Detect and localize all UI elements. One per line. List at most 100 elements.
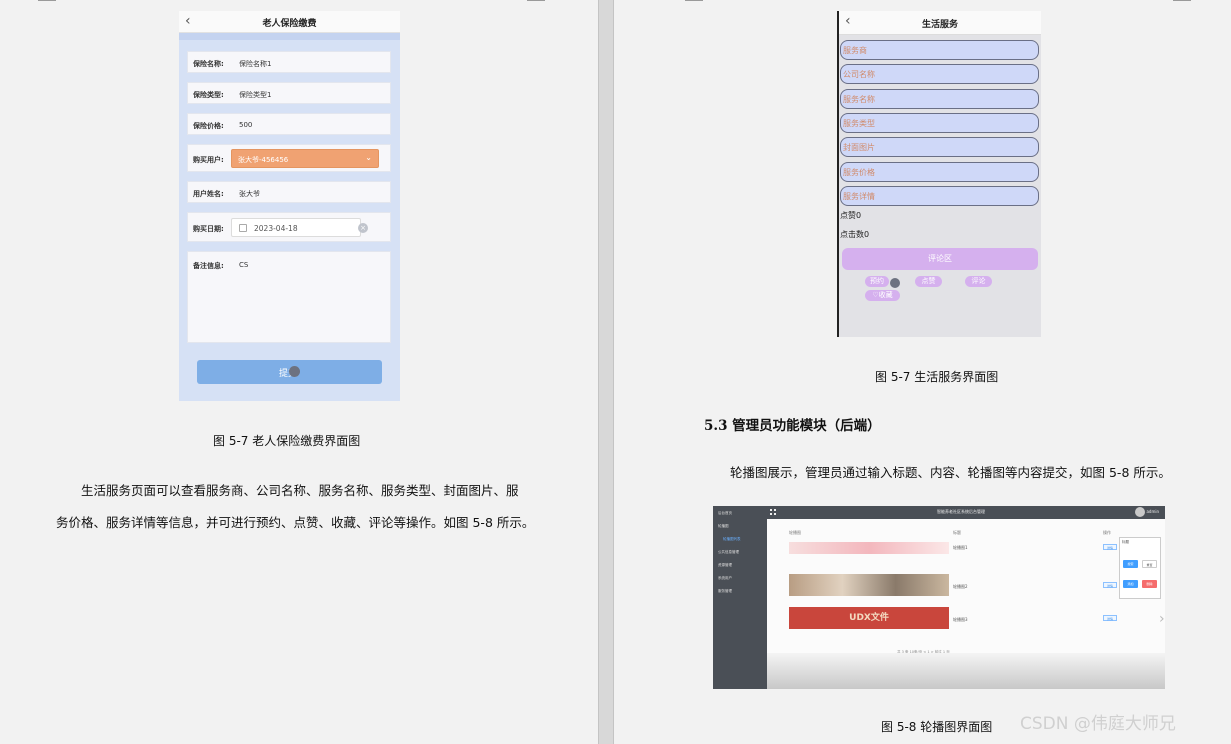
service-type-field[interactable]: 服务类型 <box>840 113 1039 133</box>
service-details-field[interactable]: 服务详情 <box>840 186 1039 206</box>
pointer-cursor-icon <box>289 366 300 377</box>
row-detail-button[interactable]: 详情 <box>1103 615 1117 621</box>
favorite-button[interactable]: ♡收藏 <box>865 290 900 301</box>
field-placeholder: 服务详情 <box>843 192 875 201</box>
page-gutter <box>598 0 614 744</box>
body-text-line: 务价格、服务详情等信息，并可进行预约、点赞、收藏、评论等操作。如图 5-8 所示… <box>56 515 535 530</box>
sidebar-item-public-info[interactable]: 公共信息管理 <box>718 550 739 555</box>
sidebar-item-carousel[interactable]: 轮播图 <box>718 524 729 529</box>
admin-username: admin <box>1146 509 1159 514</box>
delete-button[interactable]: 删除 <box>1142 580 1157 588</box>
right-page: ‹ 生活服务 服务商 公司名称 服务名称 服务类型 封面图片 服务价格 服务详情… <box>614 0 1231 744</box>
like-button[interactable]: 点赞 <box>915 276 942 287</box>
row-title: 轮播图2 <box>953 584 968 589</box>
comment-area-button[interactable]: 评论区 <box>842 248 1038 270</box>
select-value: 张大爷-456456 <box>238 156 289 164</box>
date-input[interactable]: 2023-04-18 <box>231 218 361 237</box>
like-count: 点赞0 <box>840 211 862 220</box>
row-detail-button[interactable]: 详情 <box>1103 582 1117 588</box>
form-row-purchase-date: 购买日期: 2023-04-18 × <box>187 212 391 242</box>
chevron-right-icon[interactable]: › <box>1159 611 1165 627</box>
field-value: 保险类型1 <box>239 91 272 99</box>
field-label: 保险名称: <box>193 60 224 68</box>
field-label: 保险类型: <box>193 91 224 99</box>
body-text-line: 轮播图展示，管理员通过输入标题、内容、轮播图等内容提交，如图 5-8 所示。 <box>730 465 1171 480</box>
body-text-line: 生活服务页面可以查看服务商、公司名称、服务名称、服务类型、封面图片、服 <box>81 483 519 498</box>
click-count: 点击数0 <box>840 230 870 239</box>
life-service-screenshot: ‹ 生活服务 服务商 公司名称 服务名称 服务类型 封面图片 服务价格 服务详情… <box>837 11 1041 337</box>
left-page: ‹ 老人保险缴费 保险名称: 保险名称1 保险类型: 保险类型1 保险价格: 5… <box>0 0 598 744</box>
clear-icon[interactable]: × <box>358 223 368 233</box>
field-placeholder: 公司名称 <box>843 70 875 79</box>
admin-sidebar: 后台首页 轮播图 轮播图列表 公共信息管理 资源管理 系统用户 服务管理 <box>713 506 767 689</box>
cover-image-field[interactable]: 封面图片 <box>840 137 1039 157</box>
service-provider-field[interactable]: 服务商 <box>840 40 1039 60</box>
form-row-buyer: 购买用户: 张大爷-456456 ⌄ <box>187 144 391 172</box>
company-name-field[interactable]: 公司名称 <box>840 64 1039 84</box>
crop-mark <box>685 0 703 2</box>
insurance-payment-screenshot: ‹ 老人保险缴费 保险名称: 保险名称1 保险类型: 保险类型1 保险价格: 5… <box>179 11 400 401</box>
crop-mark <box>38 0 56 2</box>
crop-mark <box>1173 0 1191 2</box>
admin-carousel-screenshot: 后台首页 轮播图 轮播图列表 公共信息管理 资源管理 系统用户 服务管理 智能养… <box>713 506 1165 689</box>
figure-caption: 图 5-8 轮播图界面图 <box>881 720 993 734</box>
crop-mark <box>527 0 545 2</box>
service-price-field[interactable]: 服务价格 <box>840 162 1039 182</box>
field-placeholder: 封面图片 <box>843 143 875 152</box>
menu-grid-icon[interactable] <box>770 509 776 515</box>
header-strip <box>179 33 400 40</box>
screenshot-fade <box>767 653 1165 689</box>
pointer-cursor-icon <box>890 278 900 288</box>
calendar-icon <box>239 224 247 232</box>
form-row-insurance-type: 保险类型: 保险类型1 <box>187 82 391 104</box>
phone-topbar: ‹ 生活服务 <box>839 11 1041 35</box>
action-panel: 标题 搜索 重置 添加 删除 <box>1119 537 1161 599</box>
phone-title: 生活服务 <box>921 20 958 30</box>
chevron-down-icon: ⌄ <box>365 153 372 162</box>
phone-topbar: ‹ 老人保险缴费 <box>179 11 400 33</box>
service-name-field[interactable]: 服务名称 <box>840 89 1039 109</box>
form-row-insurance-price: 保险价格: 500 <box>187 113 391 135</box>
sidebar-item-users[interactable]: 系统用户 <box>718 576 732 581</box>
field-placeholder: 服务名称 <box>843 95 875 104</box>
column-header: 操作 <box>1103 530 1111 535</box>
sidebar-item-home[interactable]: 后台首页 <box>718 511 732 516</box>
sidebar-item-resources[interactable]: 资源管理 <box>718 563 732 568</box>
field-label: 购买日期: <box>193 225 224 233</box>
avatar[interactable] <box>1135 507 1145 517</box>
section-heading: 5.3 管理员功能模块（后端） <box>704 418 881 434</box>
field-value: 保险名称1 <box>239 60 272 68</box>
field-placeholder: 服务类型 <box>843 119 875 128</box>
sidebar-item-services[interactable]: 服务管理 <box>718 589 732 594</box>
add-button[interactable]: 添加 <box>1123 580 1138 588</box>
field-label: 用户姓名: <box>193 190 224 198</box>
panel-title: 标题 <box>1122 540 1129 544</box>
admin-topbar: 智能养老社区系统后台管理 admin <box>767 506 1165 519</box>
date-value: 2023-04-18 <box>254 224 298 233</box>
reset-button[interactable]: 重置 <box>1142 560 1157 568</box>
reserve-button[interactable]: 预约 <box>865 276 889 287</box>
carousel-image <box>789 574 949 596</box>
field-value: CS <box>239 261 249 269</box>
row-detail-button[interactable]: 详情 <box>1103 544 1117 550</box>
field-value: 张大爷 <box>239 190 260 198</box>
field-label: 保险价格: <box>193 122 224 130</box>
row-title: 轮播图3 <box>953 617 968 622</box>
form-row-insurance-name: 保险名称: 保险名称1 <box>187 51 391 73</box>
row-title: 轮播图1 <box>953 545 968 550</box>
field-value: 500 <box>239 121 253 129</box>
comment-button[interactable]: 评论 <box>965 276 992 287</box>
figure-caption: 图 5-7 老人保险缴费界面图 <box>213 434 361 448</box>
sidebar-item-carousel-list[interactable]: 轮播图列表 <box>723 537 741 542</box>
column-header: 标题 <box>953 530 961 535</box>
form-row-user-name: 用户姓名: 张大爷 <box>187 181 391 203</box>
field-placeholder: 服务商 <box>843 46 867 55</box>
phone-title: 老人保险缴费 <box>262 19 317 29</box>
carousel-image <box>789 542 949 554</box>
field-placeholder: 服务价格 <box>843 168 875 177</box>
form-row-remarks: 备注信息: CS <box>187 251 391 343</box>
search-button[interactable]: 搜索 <box>1123 560 1138 568</box>
figure-caption: 图 5-7 生活服务界面图 <box>875 370 999 384</box>
field-label: 购买用户: <box>193 156 224 164</box>
buyer-select[interactable]: 张大爷-456456 ⌄ <box>231 149 379 168</box>
